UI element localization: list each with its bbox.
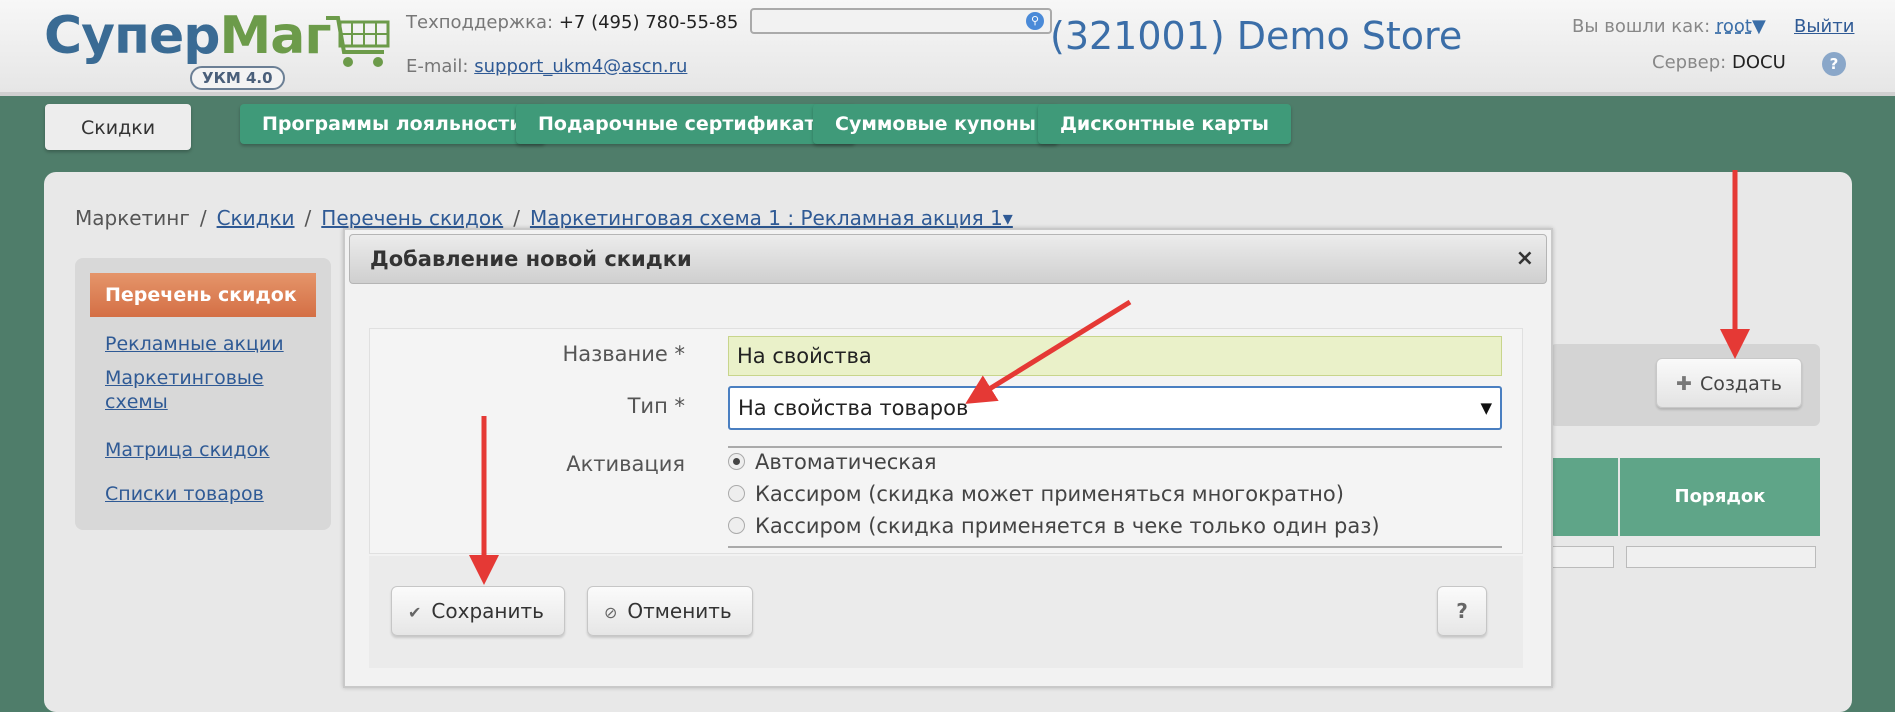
tab-gift-certificates[interactable]: Подарочные сертификаты — [516, 104, 855, 144]
dialog-button-bar: ✔ Сохранить ⊘ Отменить ? — [369, 556, 1523, 668]
activation-radio-group: Автоматическая Кассиром (скидка может пр… — [728, 446, 1502, 548]
sidebar-item-discount-matrix[interactable]: Матрица скидок — [105, 438, 270, 462]
login-label: Вы вошли как: — [1572, 16, 1711, 37]
radio-icon[interactable] — [728, 484, 745, 502]
dialog-title: Добавление новой скидки — [370, 247, 692, 271]
breadcrumb-root: Маркетинг — [75, 206, 190, 230]
chevron-down-icon[interactable]: ▼ — [1480, 388, 1492, 428]
logo-text-part2: Маг — [219, 6, 331, 66]
column-filter-input[interactable] — [1552, 546, 1614, 568]
add-discount-dialog: Добавление новой скидки × Название * На … — [343, 228, 1553, 688]
login-info: Вы вошли как: root▼ — [1572, 16, 1766, 37]
type-select[interactable]: На свойства товаров ▼ — [728, 386, 1502, 430]
shopping-cart-icon — [326, 16, 390, 67]
column-header-order[interactable]: Порядок — [1620, 458, 1820, 536]
radio-label: Кассиром (скидка может применяться много… — [755, 482, 1344, 506]
search-input[interactable]: ⚲ — [750, 8, 1052, 34]
checkmark-icon: ✔ — [408, 603, 422, 622]
order-filter-input[interactable] — [1626, 546, 1816, 568]
search-icon[interactable]: ⚲ — [1026, 12, 1044, 30]
tab-loyalty[interactable]: Программы лояльности — [240, 104, 545, 144]
breadcrumb-discounts[interactable]: Скидки — [217, 206, 295, 230]
top-header: СуперМаг УКМ 4.0 Техподдержка: +7 (495) … — [0, 0, 1895, 96]
activation-label: Активация — [566, 452, 685, 476]
radio-option-cashier-multiple[interactable]: Кассиром (скидка может применяться много… — [728, 482, 1344, 506]
support-email-link[interactable]: support_ukm4@ascn.ru — [474, 56, 687, 77]
help-button[interactable]: ? — [1437, 586, 1487, 636]
tab-discount-cards[interactable]: Дисконтные карты — [1038, 104, 1291, 144]
breadcrumb-marketing-scheme[interactable]: Маркетинговая схема 1 : Рекламная акция … — [530, 206, 1013, 230]
server-info: Сервер: DOCU — [1652, 52, 1786, 73]
breadcrumb-separator: / — [513, 206, 520, 230]
server-label: Сервер: — [1652, 52, 1727, 73]
cancel-button-label: Отменить — [627, 599, 732, 623]
store-name: (321001) Demo Store — [1050, 14, 1463, 58]
type-select-value: На свойства товаров — [738, 396, 969, 420]
radio-option-cashier-once[interactable]: Кассиром (скидка применяется в чеке толь… — [728, 514, 1380, 538]
chevron-down-icon[interactable]: ▼ — [1752, 16, 1766, 37]
help-icon[interactable]: ? — [1822, 52, 1846, 76]
breadcrumb-separator: / — [199, 206, 207, 230]
close-icon[interactable]: × — [1516, 235, 1534, 283]
name-field[interactable]: На свойства — [728, 336, 1502, 376]
save-button-label: Сохранить — [431, 599, 544, 623]
support-phone: +7 (495) 780-55-85 — [558, 12, 739, 33]
logo-text-part1: Супер — [44, 6, 220, 66]
radio-label: Автоматическая — [755, 450, 937, 474]
tab-discounts[interactable]: Скидки — [45, 104, 192, 150]
email-label: E-mail: — [406, 56, 469, 77]
save-button[interactable]: ✔ Сохранить — [391, 586, 565, 636]
radio-label: Кассиром (скидка применяется в чеке толь… — [755, 514, 1380, 538]
server-value: DOCU — [1731, 52, 1786, 73]
sidebar-item-discount-list[interactable]: Перечень скидок — [90, 273, 316, 317]
breadcrumb-separator: / — [304, 206, 312, 230]
cancel-button[interactable]: ⊘ Отменить — [587, 586, 753, 636]
sidebar-item-promotions[interactable]: Рекламные акции — [105, 332, 284, 356]
type-label: Тип * — [627, 394, 685, 418]
sidebar-item-marketing-schemes[interactable]: Маркетинговые схемы — [105, 366, 295, 414]
create-button-label: Создать — [1699, 373, 1782, 395]
logout-link[interactable]: Выйти — [1794, 16, 1854, 37]
version-badge: УКМ 4.0 — [190, 66, 285, 90]
cancel-icon: ⊘ — [604, 603, 618, 622]
sidebar: Перечень скидок Рекламные акции Маркетин… — [75, 258, 331, 530]
radio-selected-icon[interactable] — [728, 452, 745, 470]
sidebar-item-product-lists[interactable]: Списки товаров — [105, 482, 264, 506]
create-button[interactable]: ✚ Создать — [1656, 358, 1802, 408]
support-info: Техподдержка: +7 (495) 780-55-85 — [406, 12, 738, 33]
email-info: E-mail: support_ukm4@ascn.ru — [406, 56, 687, 77]
radio-icon[interactable] — [728, 516, 745, 534]
support-label: Техподдержка: — [406, 12, 554, 33]
app-logo[interactable]: СуперМаг УКМ 4.0 — [44, 6, 390, 90]
user-menu[interactable]: root — [1716, 16, 1752, 37]
name-label: Название * — [562, 342, 685, 366]
dialog-title-bar[interactable]: Добавление новой скидки × — [349, 234, 1547, 284]
tab-coupons[interactable]: Суммовые купоны — [813, 104, 1058, 144]
radio-option-automatic[interactable]: Автоматическая — [728, 450, 936, 474]
breadcrumb: Маркетинг / Скидки / Перечень скидок / Маркети… — [75, 206, 1013, 230]
plus-icon: ✚ — [1676, 373, 1692, 395]
breadcrumb-discount-list[interactable]: Перечень скидок — [321, 206, 503, 230]
